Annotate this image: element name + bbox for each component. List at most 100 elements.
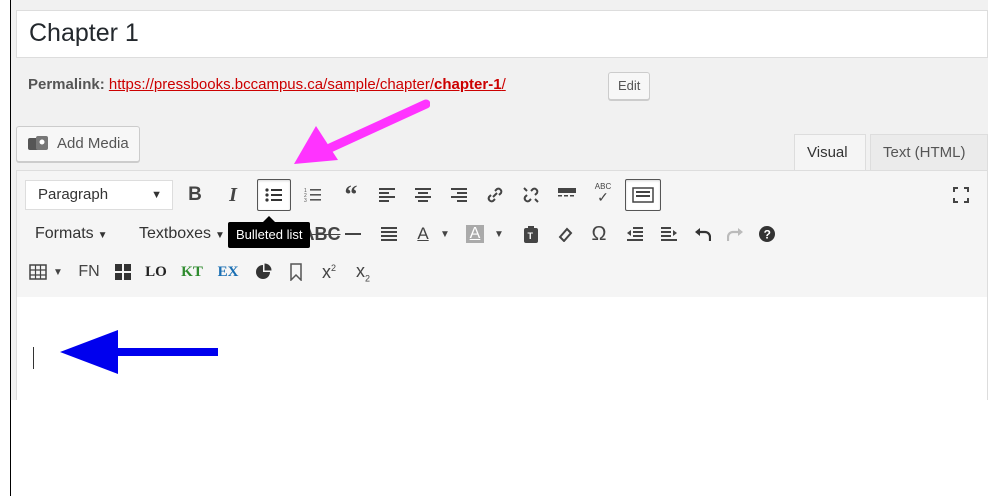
add-media-icon — [28, 136, 48, 150]
help-icon: ? — [759, 226, 775, 242]
table-dropdown[interactable]: ▼ — [51, 257, 65, 287]
svg-text:?: ? — [764, 228, 771, 242]
clear-formatting-button[interactable] — [551, 219, 579, 249]
tooltip-text: Bulleted list — [236, 227, 303, 242]
edit-button-label: Edit — [618, 78, 641, 93]
background-color-button[interactable]: A — [461, 219, 489, 249]
permalink-edit-button[interactable]: Edit — [608, 72, 651, 100]
chevron-down-icon: ▼ — [494, 228, 504, 240]
permalink-label: Permalink: — [28, 76, 105, 93]
read-more-button[interactable] — [553, 180, 581, 210]
align-left-button[interactable] — [373, 180, 401, 210]
textboxes-menu[interactable]: Textboxes ▼ — [139, 219, 225, 249]
blue-arrow-icon — [60, 330, 218, 374]
toolbar-toggle-button[interactable] — [625, 179, 661, 211]
chevron-down-icon: ▼ — [53, 266, 63, 278]
editor-toolbar: Paragraph ▼ B I 1 2 3 “ ABC ✓ Formats ▼ … — [17, 171, 987, 298]
superscript-button[interactable]: x2 — [315, 257, 343, 287]
checkmark-icon: ✓ — [597, 188, 609, 205]
remove-link-button[interactable] — [517, 180, 545, 210]
exercises-button[interactable]: EX — [213, 257, 243, 287]
eraser-icon — [558, 227, 573, 242]
formats-menu[interactable]: Formats ▼ — [35, 219, 108, 249]
read-more-icon — [558, 188, 576, 197]
special-character-button[interactable]: Ω — [585, 219, 613, 249]
align-right-button[interactable] — [445, 180, 473, 210]
permalink-row: Permalink: https://pressbooks.bccampus.c… — [28, 76, 506, 93]
background-color-icon: A — [465, 225, 485, 243]
tab-visual[interactable]: Visual — [794, 134, 866, 170]
bookmark-button[interactable] — [283, 257, 309, 287]
svg-text:T: T — [528, 231, 534, 241]
numbered-list-icon: 1 2 3 — [304, 188, 321, 203]
add-media-button[interactable]: Add Media — [16, 126, 140, 162]
learning-objectives-button[interactable]: LO — [141, 257, 171, 287]
svg-text:3: 3 — [304, 198, 307, 203]
chevron-down-icon: ▼ — [215, 230, 225, 241]
text-color-button[interactable]: A — [409, 219, 437, 249]
bookmark-icon — [290, 263, 302, 281]
paragraph-format-select[interactable]: Paragraph ▼ — [25, 180, 173, 210]
glossary-button[interactable] — [249, 257, 277, 287]
superscript-icon: x2 — [321, 261, 336, 282]
omega-icon: Ω — [591, 222, 607, 245]
formats-menu-label: Formats — [35, 225, 94, 242]
text-color-dropdown[interactable]: ▼ — [437, 219, 453, 249]
paste-as-text-button[interactable]: T — [517, 219, 545, 249]
media-grid-button[interactable] — [109, 257, 137, 287]
pink-arrow-icon — [294, 99, 430, 164]
kt-label: KT — [181, 263, 203, 280]
horizontal-line-button[interactable] — [339, 219, 367, 249]
permalink-url-slug: chapter-1 — [434, 76, 502, 93]
align-center-icon — [415, 188, 431, 202]
outdent-button[interactable] — [621, 219, 649, 249]
text-color-icon: A — [417, 224, 429, 243]
indent-button[interactable] — [655, 219, 683, 249]
footnote-button[interactable]: FN — [73, 257, 105, 287]
spellcheck-button[interactable]: ABC ✓ — [589, 177, 617, 207]
justify-button[interactable] — [375, 219, 403, 249]
align-center-button[interactable] — [409, 180, 437, 210]
insert-link-button[interactable] — [481, 180, 509, 210]
subscript-button[interactable]: x2 — [349, 257, 377, 287]
footnote-label: FN — [78, 263, 100, 280]
bold-icon: B — [188, 184, 202, 205]
blockquote-button[interactable]: “ — [337, 180, 365, 210]
align-right-icon — [451, 188, 467, 202]
chevron-down-icon: ▼ — [97, 230, 108, 241]
text-cursor — [33, 347, 34, 369]
tab-text-label: Text (HTML) — [883, 144, 966, 161]
key-takeaways-button[interactable]: KT — [177, 257, 207, 287]
align-justify-icon — [381, 227, 397, 241]
undo-icon — [695, 228, 711, 241]
clipboard-icon: T — [524, 226, 538, 243]
outdent-icon — [627, 227, 643, 241]
background-color-dropdown[interactable]: ▼ — [491, 219, 507, 249]
title-field[interactable]: Chapter 1 — [16, 10, 988, 58]
table-icon — [29, 264, 47, 280]
format-select-value: Paragraph — [38, 186, 109, 203]
horizontal-line-icon — [345, 233, 361, 235]
unlink-icon — [523, 187, 539, 203]
bulleted-list-icon — [265, 188, 282, 202]
grid-icon — [115, 264, 131, 280]
numbered-list-button[interactable]: 1 2 3 — [299, 180, 327, 210]
permalink-url-suffix: / — [501, 76, 506, 93]
align-left-icon — [379, 188, 395, 202]
fullscreen-button[interactable] — [947, 180, 975, 210]
chevron-down-icon: ▼ — [440, 228, 450, 240]
table-button[interactable] — [25, 257, 51, 287]
strikethrough-button[interactable]: ABC — [302, 219, 341, 249]
tab-text-html[interactable]: Text (HTML) — [870, 134, 988, 170]
undo-button[interactable] — [689, 219, 717, 249]
bold-button[interactable]: B — [181, 180, 209, 210]
redo-button[interactable] — [721, 219, 749, 249]
permalink-link[interactable]: https://pressbooks.bccampus.ca/sample/ch… — [109, 76, 506, 93]
italic-button[interactable]: I — [219, 180, 247, 210]
blockquote-icon: “ — [344, 180, 358, 209]
lo-label: LO — [145, 263, 167, 280]
help-button[interactable]: ? — [753, 219, 781, 249]
add-media-label: Add Media — [57, 135, 129, 152]
bulleted-list-button[interactable] — [257, 179, 291, 211]
subscript-icon: x2 — [355, 260, 370, 284]
